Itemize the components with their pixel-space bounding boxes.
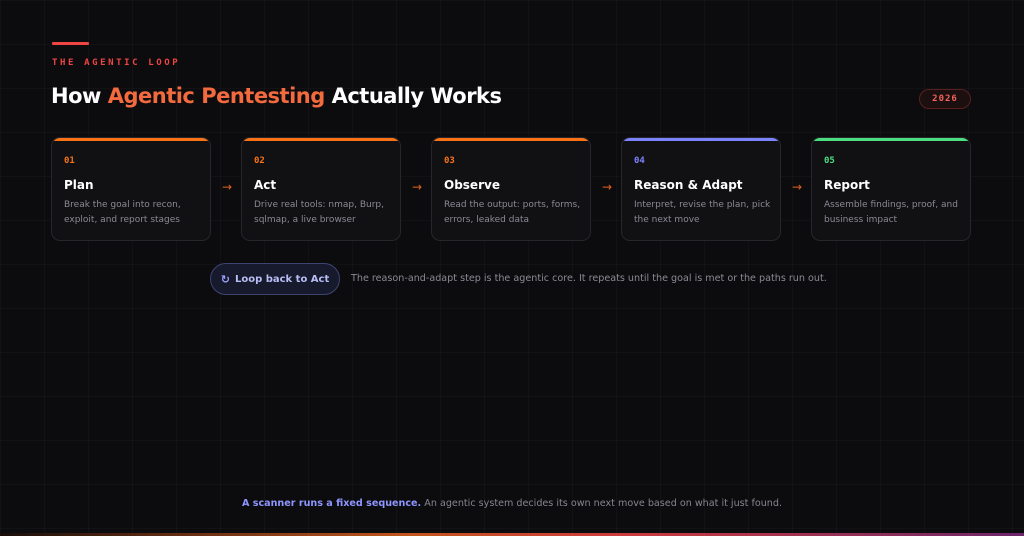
eyebrow-accent-bar [52, 42, 89, 45]
step-number: 05 [824, 156, 835, 166]
flow-arrow-icon: → [221, 180, 233, 194]
step-card-report: 05 Report Assemble findings, proof, and … [811, 137, 971, 241]
page-title: How Agentic Pentesting Actually Works [51, 84, 502, 108]
step-description: Read the output: ports, forms, errors, l… [444, 200, 581, 225]
loop-icon: ↻ [220, 272, 230, 286]
step-number: 03 [444, 156, 455, 166]
step-card-observe: 03 Observe Read the output: ports, forms… [431, 137, 591, 241]
step-description: Drive real tools: nmap, Burp, sqlmap, a … [254, 200, 384, 225]
step-number: 02 [254, 156, 265, 166]
step-accent-line [242, 138, 400, 141]
step-card-reason-adapt: 04 Reason & Adapt Interpret, revise the … [621, 137, 781, 241]
flow-arrow-icon: → [601, 180, 613, 194]
step-number: 04 [634, 156, 645, 166]
title-prefix: How [51, 84, 108, 108]
year-badge: 2026 [919, 89, 971, 109]
flow-arrow-icon: → [791, 180, 803, 194]
step-card-plan: 01 Plan Break the goal into recon, explo… [51, 137, 211, 241]
title-highlight: Agentic Pentesting [107, 84, 326, 108]
footer-text: An agentic system decides its own next m… [421, 498, 783, 509]
step-accent-line [52, 138, 210, 141]
step-description: Break the goal into recon, exploit, and … [64, 200, 181, 225]
eyebrow-label: THE AGENTIC LOOP [52, 58, 181, 68]
step-card-act: 02 Act Drive real tools: nmap, Burp, sql… [241, 137, 401, 241]
step-accent-line [812, 138, 970, 141]
step-number: 01 [64, 156, 75, 166]
loop-back-button[interactable]: ↻ Loop back to Act [210, 263, 340, 295]
loop-note: The reason-and-adapt step is the agentic… [351, 273, 827, 284]
title-suffix: Actually Works [324, 84, 502, 108]
step-accent-line [432, 138, 590, 141]
step-title: Observe [444, 178, 500, 192]
step-description: Interpret, revise the plan, pick the nex… [634, 200, 771, 225]
flow-arrow-icon: → [411, 180, 423, 194]
footer-emphasis: A scanner runs a fixed sequence. [241, 498, 422, 509]
step-description: Assemble findings, proof, and business i… [824, 200, 958, 225]
step-title: Reason & Adapt [634, 178, 743, 192]
step-title: Plan [64, 178, 94, 192]
step-accent-line [622, 138, 780, 141]
step-title: Act [254, 178, 277, 192]
loop-back-label: Loop back to Act [234, 273, 330, 285]
footer-caption: A scanner runs a fixed sequence. An agen… [0, 498, 1024, 509]
step-title: Report [824, 178, 870, 192]
